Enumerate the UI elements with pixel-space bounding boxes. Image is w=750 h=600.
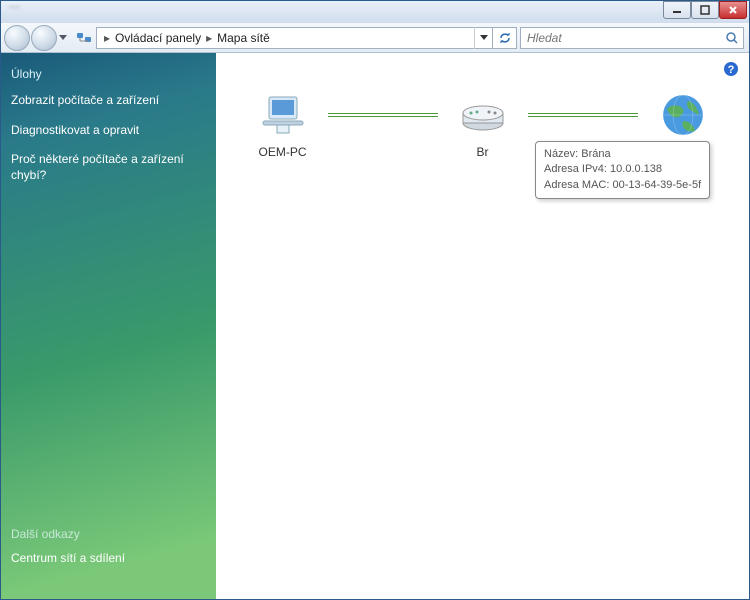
forward-button[interactable] (31, 25, 57, 51)
router-icon (459, 91, 507, 139)
blurred-title: — (9, 1, 20, 13)
sidebar-link-network-center[interactable]: Centrum sítí a sdílení (11, 551, 206, 567)
search-button[interactable] (721, 31, 743, 45)
address-bar[interactable]: ▸ Ovládací panely ▸ Mapa sítě (96, 27, 493, 49)
sidebar-link-diagnose[interactable]: Diagnostikovat a opravit (11, 123, 206, 139)
svg-text:?: ? (728, 64, 735, 76)
titlebar: — (1, 1, 749, 23)
tooltip: Název: Brána Adresa IPv4: 10.0.0.138 Adr… (535, 141, 710, 199)
sidebar-link-devices[interactable]: Zobrazit počítače a zařízení (11, 93, 206, 109)
node-pc[interactable]: OEM-PC (238, 91, 328, 159)
sidebar: Úlohy Zobrazit počítače a zařízení Diagn… (1, 53, 216, 599)
network-icon (75, 29, 93, 47)
connector-1 (328, 113, 438, 117)
node-gateway[interactable]: Br (438, 91, 528, 159)
globe-icon (659, 91, 707, 139)
sidebar-bottom: Další odkazy Centrum sítí a sdílení (11, 527, 206, 581)
sidebar-title: Úlohy (11, 67, 206, 81)
nav-history-dropdown[interactable] (57, 35, 69, 40)
window-controls (663, 1, 747, 19)
breadcrumb-seg-2[interactable]: Mapa sítě (215, 31, 272, 45)
address-dropdown[interactable] (474, 27, 492, 49)
node-pc-label: OEM-PC (259, 145, 307, 159)
minimize-button[interactable] (663, 1, 691, 19)
chevron-right-icon[interactable]: ▸ (203, 31, 215, 45)
tooltip-line-ipv4: Adresa IPv4: 10.0.0.138 (544, 162, 701, 177)
sidebar-link-why-missing[interactable]: Proč některé počítače a zařízení chybí? (11, 152, 206, 183)
search-input[interactable] (521, 31, 721, 45)
search-box (520, 27, 744, 49)
close-button[interactable] (719, 1, 747, 19)
toolbar: ▸ Ovládací panely ▸ Mapa sítě (1, 23, 749, 53)
connector-2 (528, 113, 638, 117)
maximize-button[interactable] (691, 1, 719, 19)
back-button[interactable] (4, 25, 30, 51)
computer-icon (259, 91, 307, 139)
tooltip-line-name: Název: Brána (544, 147, 701, 162)
titlebar-content: — (1, 1, 663, 13)
sidebar-bottom-title: Další odkazy (11, 527, 206, 541)
help-icon[interactable]: ? (723, 61, 739, 77)
tooltip-line-mac: Adresa MAC: 00-13-64-39-5e-5f (544, 178, 701, 193)
content: Úlohy Zobrazit počítače a zařízení Diagn… (1, 53, 749, 599)
node-gateway-label: Br (477, 145, 489, 159)
refresh-button[interactable] (493, 27, 517, 49)
main-pane: ? OEM-PC Br Internet (216, 53, 749, 599)
chevron-right-icon[interactable]: ▸ (101, 31, 113, 45)
breadcrumb-seg-1[interactable]: Ovládací panely (113, 31, 203, 45)
